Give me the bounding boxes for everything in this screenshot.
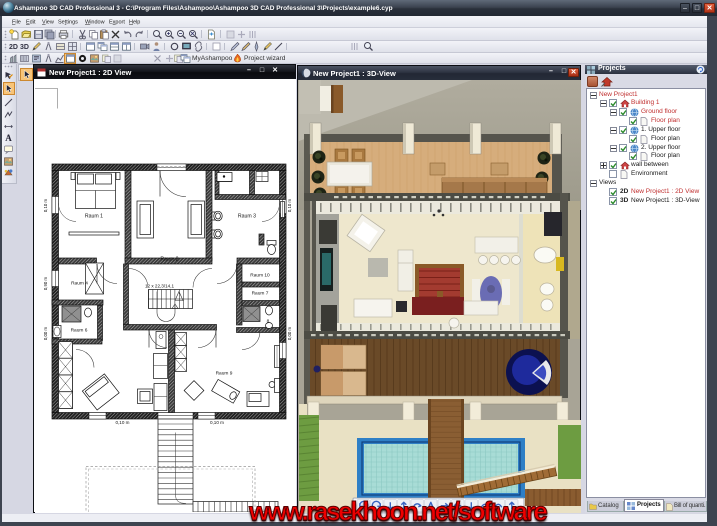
svg-text:0,90 m: 0,90 m [43,277,48,291]
svg-text:0,10 m: 0,10 m [210,420,224,425]
svg-text:3D: 3D [20,44,29,51]
svg-text:Raum 4: Raum 4 [71,281,88,287]
svg-text:0,00 m: 0,00 m [43,327,48,341]
svg-text:0,10 m: 0,10 m [43,199,48,213]
svg-text:0,10 m: 0,10 m [115,420,129,425]
svg-text:A: A [5,133,12,143]
svg-text:Raum 2: Raum 2 [160,257,178,263]
svg-text:Raum 6: Raum 6 [71,328,88,334]
svg-text:Raum 10: Raum 10 [250,273,270,279]
svg-text:Raum 3: Raum 3 [238,214,256,220]
svg-text:12 x 22,3/14,1: 12 x 22,3/14,1 [145,284,175,289]
svg-text:Raum 9: Raum 9 [216,371,233,377]
svg-text:2D: 2D [9,44,18,51]
svg-text:0,10 m: 0,10 m [287,199,292,213]
svg-text:Raum 1: Raum 1 [85,214,103,220]
svg-text:Raum 7: Raum 7 [252,291,269,297]
svg-text:0,00 m: 0,00 m [287,327,292,341]
